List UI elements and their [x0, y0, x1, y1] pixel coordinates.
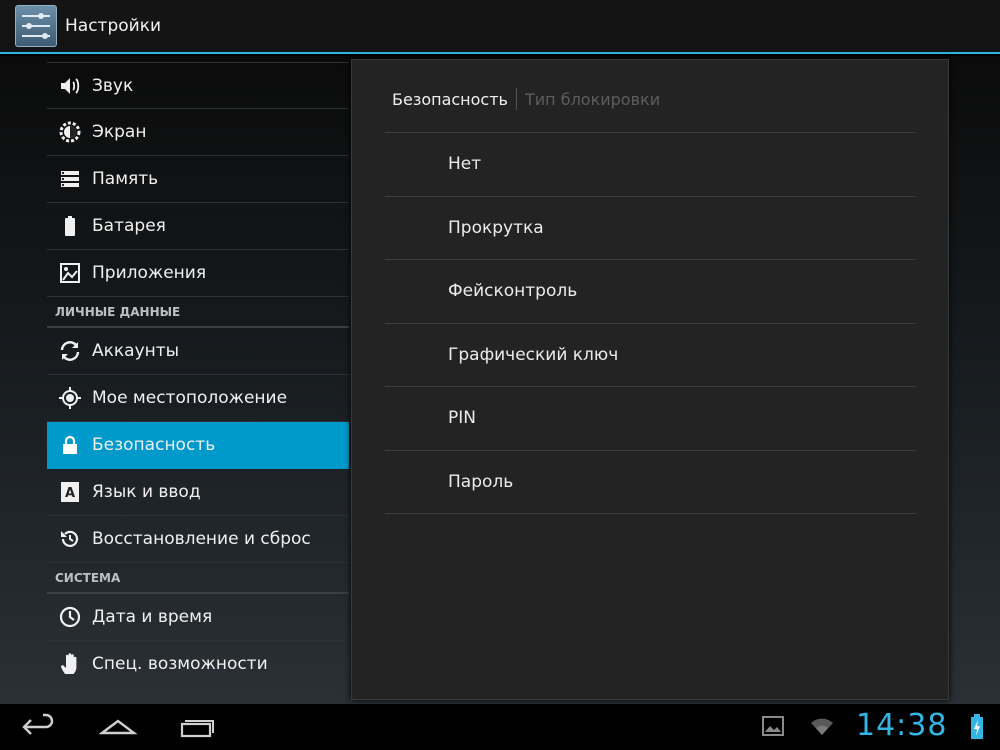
option-label: PIN — [448, 408, 476, 429]
settings-sliders-icon[interactable] — [15, 5, 57, 47]
location-icon — [55, 385, 85, 411]
settings-item-label: Батарея — [92, 216, 166, 236]
recent-apps-icon — [180, 720, 214, 738]
section-header-personal: ЛИЧНЫЕ ДАННЫЕ — [47, 297, 349, 328]
settings-item-accounts[interactable]: Аккаунты — [47, 328, 349, 375]
battery-charging-icon — [970, 714, 984, 744]
settings-item-apps[interactable]: Приложения — [47, 250, 349, 297]
settings-item-storage[interactable]: Память — [47, 156, 349, 203]
settings-item-label: Восстановление и сброс — [92, 529, 311, 549]
option-label: Фейсконтроль — [448, 281, 578, 302]
settings-item-accessibility[interactable]: Спец. возможности — [47, 641, 349, 688]
lock-type-panel: Безопасность Тип блокировки Нет Прокрутк… — [351, 59, 949, 700]
speaker-icon — [55, 73, 85, 99]
settings-item-label: Дата и время — [92, 607, 213, 627]
lock-type-options: Нет Прокрутка Фейсконтроль Графический к… — [385, 132, 916, 514]
lock-option-password[interactable]: Пароль — [385, 451, 916, 514]
lock-option-face-unlock[interactable]: Фейсконтроль — [385, 260, 916, 324]
action-bar: Настройки — [0, 0, 1000, 54]
settings-item-language[interactable]: A Язык и ввод — [47, 469, 349, 516]
back-button[interactable] — [17, 712, 61, 742]
lock-icon — [55, 432, 85, 458]
settings-item-display[interactable]: Экран — [47, 109, 349, 156]
option-label: Графический ключ — [448, 344, 619, 365]
wifi-icon — [810, 716, 834, 740]
clock-icon — [55, 604, 85, 630]
lock-option-pattern[interactable]: Графический ключ — [385, 324, 916, 387]
settings-item-location[interactable]: Мое местоположение — [47, 375, 349, 422]
settings-item-label: Аккаунты — [92, 341, 180, 361]
app-title: Настройки — [65, 16, 162, 36]
screenshot-notification-icon[interactable] — [762, 716, 784, 740]
breadcrumb-divider — [515, 88, 517, 110]
settings-item-security[interactable]: Безопасность — [47, 422, 349, 469]
settings-item-label: Мое местоположение — [92, 388, 288, 408]
lock-option-slide[interactable]: Прокрутка — [385, 197, 916, 260]
option-label: Нет — [448, 154, 482, 175]
option-label: Прокрутка — [448, 217, 544, 238]
settings-item-label: Экран — [92, 122, 147, 142]
lock-option-pin[interactable]: PIN — [385, 387, 916, 451]
settings-item-label: Спец. возможности — [92, 654, 268, 674]
lock-option-none[interactable]: Нет — [385, 133, 916, 197]
settings-item-datetime[interactable]: Дата и время — [47, 594, 349, 641]
settings-item-label: Язык и ввод — [92, 482, 201, 502]
option-label: Пароль — [448, 471, 514, 492]
settings-item-label: Безопасность — [92, 435, 216, 455]
apps-icon — [55, 260, 85, 286]
breadcrumb: Безопасность Тип блокировки — [392, 88, 660, 110]
battery-icon — [55, 213, 85, 239]
home-button[interactable] — [96, 712, 140, 742]
status-clock[interactable]: 14:38 — [856, 708, 947, 743]
settings-item-battery[interactable]: Батарея — [47, 203, 349, 250]
home-icon — [98, 719, 138, 735]
storage-icon — [55, 166, 85, 192]
system-nav-bar: 14:38 — [0, 704, 1000, 750]
settings-item-reset[interactable]: Восстановление и сброс — [47, 516, 349, 563]
settings-category-list: Звук Экран Память Батарея Приложения ЛИЧ… — [47, 62, 349, 704]
settings-item-sound[interactable]: Звук — [47, 62, 349, 109]
sync-icon — [55, 338, 85, 364]
breadcrumb-parent[interactable]: Безопасность — [392, 90, 508, 109]
settings-item-label: Звук — [92, 75, 134, 96]
settings-item-label: Приложения — [92, 263, 207, 283]
language-icon: A — [55, 479, 85, 505]
recent-apps-button[interactable] — [174, 712, 218, 742]
svg-text:A: A — [65, 486, 75, 501]
restore-icon — [55, 526, 85, 552]
section-header-system: СИСТЕМА — [47, 563, 349, 594]
breadcrumb-current: Тип блокировки — [524, 89, 661, 109]
back-arrow-icon — [22, 713, 54, 735]
hand-icon — [55, 651, 85, 677]
brightness-icon — [55, 119, 85, 145]
settings-item-label: Память — [92, 169, 159, 189]
